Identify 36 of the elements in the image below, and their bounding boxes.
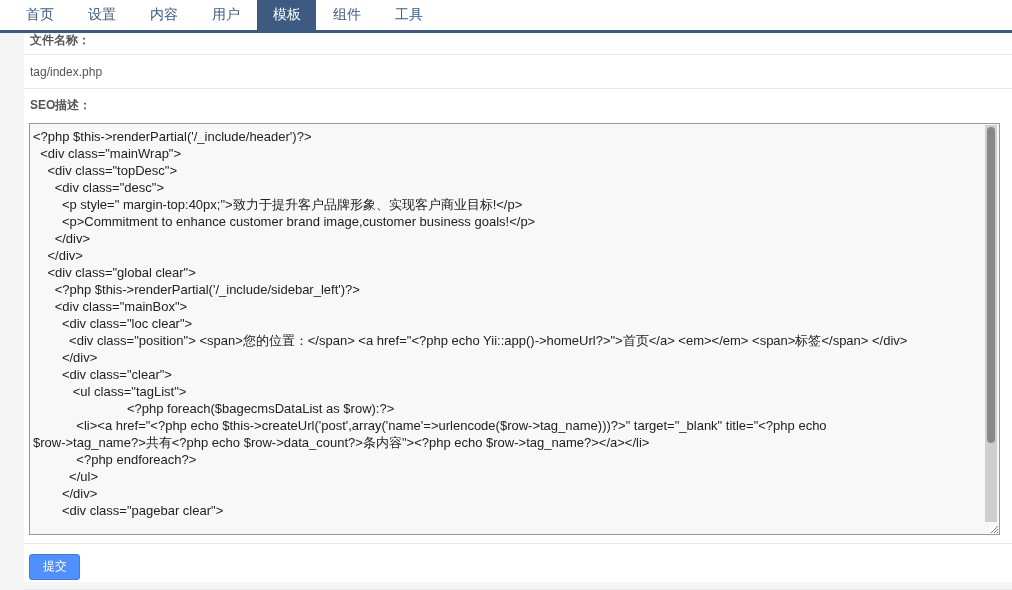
code-line: <div class="clear"> (60, 366, 173, 383)
nav-tab[interactable]: 用户 (195, 0, 257, 30)
code-line: <div class="desc"> (53, 179, 165, 196)
code-line: $row->tag_name?>共有<?php echo $row->data_count?>条内容"><?php echo $row->tag_name?></a></li> (33, 434, 651, 451)
code-line: <?php $this->renderPartial('/_include/header')?> (33, 128, 313, 145)
code-line: <p style=" margin-top:40px;">致力于提升客户品牌形象、实现客户商业目标!</p> (60, 196, 524, 213)
code-line: <div class="global clear"> (46, 264, 197, 281)
code-line: </ul> (68, 468, 100, 485)
code-line: <?php foreach($bagecmsDataList as $row):?> (125, 400, 396, 417)
code-textarea[interactable] (29, 123, 1000, 535)
code-line: </div> (53, 230, 92, 247)
nav-tab[interactable]: 组件 (316, 0, 378, 30)
nav-tab[interactable]: 内容 (133, 0, 195, 30)
code-line: <div class="mainWrap"> (39, 145, 183, 162)
scrollbar[interactable] (985, 125, 997, 522)
field-label: SEO描述： (30, 96, 92, 114)
code-line: </div> (46, 247, 84, 264)
code-line: </div> (60, 485, 99, 502)
code-line: <p>Commitment to enhance customer brand image,customer business goals!</p> (60, 213, 537, 230)
nav-tab[interactable]: 首页 (9, 0, 71, 30)
code-line: <?php $this->renderPartial('/_include/sidebar_left')?> (53, 281, 361, 298)
nav-tab[interactable]: 设置 (71, 0, 133, 30)
code-line: <li><a href="<?php echo $this->createUrl('post',array('name'=>urlencode($row->tag_name)))?>" target="_blank" title="<?php echo (75, 417, 828, 434)
code-line: </div> (60, 349, 99, 366)
code-line: <div class="mainBox"> (53, 298, 189, 315)
code-line: <div class="position"> <span>您的位置：</span> <a href="<?php echo Yii::app()->homeUrl?>">首页</a> <em></em> <span>标签</span> </div> (68, 332, 909, 349)
code-line: <div class="pagebar clear"> (60, 502, 225, 519)
code-line: <ul class="tagList"> (71, 383, 188, 400)
field-label: 文件名称： (30, 32, 90, 49)
code-line: <?php endforeach?> (75, 451, 198, 468)
nav-tab[interactable]: 模板 (257, 0, 316, 30)
nav-tab[interactable]: 工具 (378, 0, 440, 30)
code-line: <div class="topDesc"> (46, 162, 178, 179)
code-line: <div class="loc clear"> (60, 315, 194, 332)
resize-grip-icon[interactable] (990, 525, 998, 533)
filename-value: tag/index.php (30, 64, 103, 79)
